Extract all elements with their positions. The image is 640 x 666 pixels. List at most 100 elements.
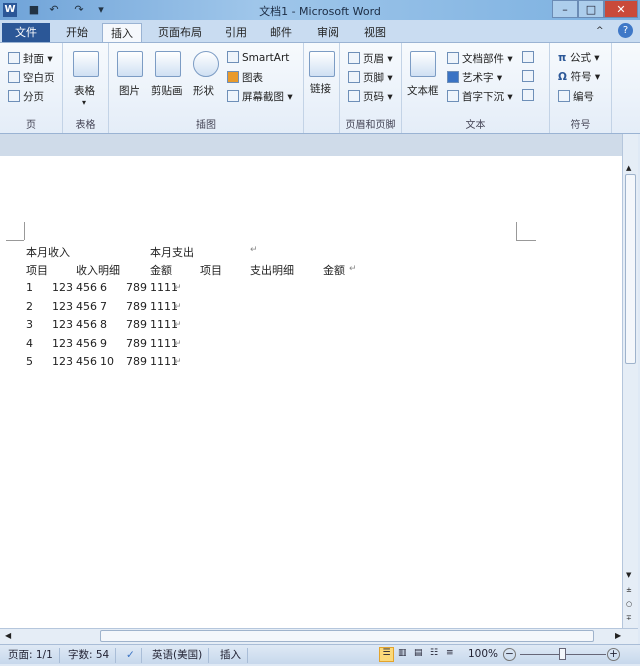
title-bar: W ■ ↶ ↷ ▾ 文档1 - Microsoft Word – □ ✕ bbox=[0, 0, 640, 20]
vertical-scrollbar[interactable]: ▲ ▼ ± ○ ∓ bbox=[622, 134, 638, 628]
full-screen-reading-icon[interactable]: ▥ bbox=[398, 648, 407, 658]
shapes-button[interactable]: 形状 bbox=[193, 83, 214, 98]
word-count[interactable]: 字数: 54 bbox=[62, 648, 117, 663]
insert-mode[interactable]: 插入 bbox=[214, 648, 248, 663]
page-count[interactable]: 页面: 1/1 bbox=[2, 648, 60, 663]
page-break-button[interactable]: 分页 bbox=[8, 89, 44, 104]
number-button[interactable]: 编号 bbox=[558, 89, 594, 104]
wordart-button[interactable]: 艺术字 ▾ bbox=[447, 70, 502, 85]
tab-references[interactable]: 引用 bbox=[217, 23, 255, 42]
help-icon[interactable]: ? bbox=[618, 23, 633, 38]
number-icon bbox=[558, 90, 570, 102]
draft-icon[interactable]: ≡ bbox=[446, 648, 454, 658]
screenshot-button[interactable]: 屏幕截图 ▾ bbox=[227, 89, 293, 104]
outline-icon[interactable]: ☷ bbox=[430, 648, 438, 658]
tab-view[interactable]: 视图 bbox=[356, 23, 394, 42]
page-number-button[interactable]: 页码 ▾ bbox=[348, 89, 393, 104]
previous-page-icon[interactable]: ± bbox=[626, 586, 632, 594]
table-cell: 789 bbox=[126, 336, 147, 350]
scroll-up-icon[interactable]: ▲ bbox=[626, 164, 631, 172]
corner-mark bbox=[24, 222, 25, 240]
tab-file[interactable]: 文件 bbox=[2, 23, 50, 42]
corner-mark bbox=[6, 240, 24, 241]
group-illustrations: 图片 剪贴画 形状 SmartArt 图表 屏幕截图 ▾ 插图 bbox=[109, 43, 304, 133]
table-cell: 456 bbox=[76, 355, 97, 368]
table-cell: 123 bbox=[52, 318, 73, 331]
scroll-thumb[interactable] bbox=[625, 174, 636, 364]
footer-button[interactable]: 页脚 ▾ bbox=[348, 70, 393, 85]
column-header: 支出明细 bbox=[250, 264, 294, 277]
horizontal-scrollbar[interactable]: ◀ ▶ bbox=[0, 628, 638, 644]
paragraph-mark: ↵ bbox=[349, 264, 357, 274]
language[interactable]: 英语(美国) bbox=[146, 648, 210, 663]
group-label: 插图 bbox=[196, 120, 216, 131]
table-cell: 456 bbox=[76, 318, 97, 331]
text-box-button[interactable]: 文本框 bbox=[407, 83, 439, 98]
object-icon[interactable] bbox=[522, 89, 537, 102]
column-header: 收入明细 bbox=[76, 264, 120, 277]
label: 页脚 bbox=[363, 72, 384, 84]
tab-insert[interactable]: 插入 bbox=[102, 23, 142, 42]
ribbon: 封面 ▾ 空白页 分页 页 表格 ▾ 表格 图片 剪贴画 形状 SmartArt… bbox=[0, 42, 640, 134]
picture-icon bbox=[117, 51, 143, 77]
equation-button[interactable]: π 公式 ▾ bbox=[558, 50, 600, 65]
table-button[interactable]: 表格 bbox=[74, 83, 95, 98]
proofing-icon[interactable]: ✓ bbox=[120, 648, 142, 663]
page-break-icon bbox=[8, 90, 20, 102]
document-page[interactable]: 本月收入 本月支出 ↵ 项目 收入明细 金额 项目 支出明细 金额 ↵ 1 123 456 6 78… bbox=[0, 156, 622, 628]
zoom-level[interactable]: 100% bbox=[468, 648, 498, 660]
browse-object-icon[interactable]: ○ bbox=[626, 600, 632, 608]
tab-review[interactable]: 审阅 bbox=[309, 23, 347, 42]
clip-art-icon bbox=[155, 51, 181, 77]
status-bar: 页面: 1/1 字数: 54 ✓ 英语(美国) 插入 ☰ ▥ ▤ ☷ ≡ 100… bbox=[0, 644, 640, 664]
scroll-thumb[interactable] bbox=[100, 630, 594, 642]
table-cell: 456 bbox=[76, 336, 97, 350]
maximize-button[interactable]: □ bbox=[578, 0, 604, 18]
paragraph-mark: ↵ bbox=[174, 357, 182, 367]
smartart-icon bbox=[227, 51, 239, 63]
table-cell: 789 bbox=[126, 281, 147, 294]
symbol-button[interactable]: Ω 符号 ▾ bbox=[558, 69, 600, 84]
next-page-icon[interactable]: ∓ bbox=[626, 614, 632, 622]
smartart-button[interactable]: SmartArt bbox=[227, 51, 289, 64]
column-header: 项目 bbox=[200, 264, 222, 277]
links-button[interactable]: 链接 bbox=[310, 81, 331, 96]
clip-art-button[interactable]: 剪贴画 bbox=[151, 83, 183, 98]
tab-home[interactable]: 开始 bbox=[58, 23, 96, 42]
column-header: 金额 bbox=[150, 264, 172, 277]
picture-button[interactable]: 图片 bbox=[119, 83, 140, 98]
group-page: 封面 ▾ 空白页 分页 页 bbox=[0, 43, 63, 133]
drop-cap-button[interactable]: 首字下沉 ▾ bbox=[447, 89, 513, 104]
print-layout-icon[interactable]: ☰ bbox=[379, 647, 394, 662]
header-button[interactable]: 页眉 ▾ bbox=[348, 51, 393, 66]
zoom-out-icon[interactable]: − bbox=[503, 648, 516, 661]
chart-button[interactable]: 图表 bbox=[227, 70, 263, 85]
tab-page-layout[interactable]: 页面布局 bbox=[150, 23, 210, 42]
group-label: 页眉和页脚 bbox=[345, 120, 396, 131]
close-button[interactable]: ✕ bbox=[604, 0, 638, 18]
minimize-button[interactable]: – bbox=[552, 0, 578, 18]
signature-line-icon[interactable] bbox=[522, 51, 537, 64]
label: 屏幕截图 bbox=[242, 91, 284, 103]
scroll-right-icon[interactable]: ▶ bbox=[615, 631, 621, 640]
table-cell: 6 bbox=[100, 281, 107, 294]
group-text: 文本框 文档部件 ▾ 艺术字 ▾ 首字下沉 ▾ 文本 bbox=[402, 43, 550, 133]
table-cell: 4 bbox=[26, 336, 33, 350]
zoom-in-icon[interactable]: + bbox=[607, 648, 620, 661]
group-label: 表格 bbox=[75, 120, 96, 131]
column-header: 金额 bbox=[323, 264, 345, 277]
zoom-slider-thumb[interactable] bbox=[559, 648, 566, 660]
blank-page-button[interactable]: 空白页 bbox=[8, 70, 55, 85]
label: 图表 bbox=[242, 72, 263, 84]
web-layout-icon[interactable]: ▤ bbox=[414, 648, 423, 658]
doc-text: 本月支出 bbox=[150, 246, 194, 259]
minimize-ribbon-icon[interactable]: ^ bbox=[596, 26, 604, 36]
table-cell: 8 bbox=[100, 318, 107, 331]
scroll-left-icon[interactable]: ◀ bbox=[5, 631, 11, 640]
paragraph-mark: ↵ bbox=[250, 245, 258, 255]
date-time-icon[interactable] bbox=[522, 70, 537, 83]
cover-page-button[interactable]: 封面 ▾ bbox=[8, 51, 53, 66]
quick-parts-button[interactable]: 文档部件 ▾ bbox=[447, 51, 513, 66]
tab-mailings[interactable]: 邮件 bbox=[262, 23, 300, 42]
scroll-down-icon[interactable]: ▼ bbox=[626, 571, 631, 579]
